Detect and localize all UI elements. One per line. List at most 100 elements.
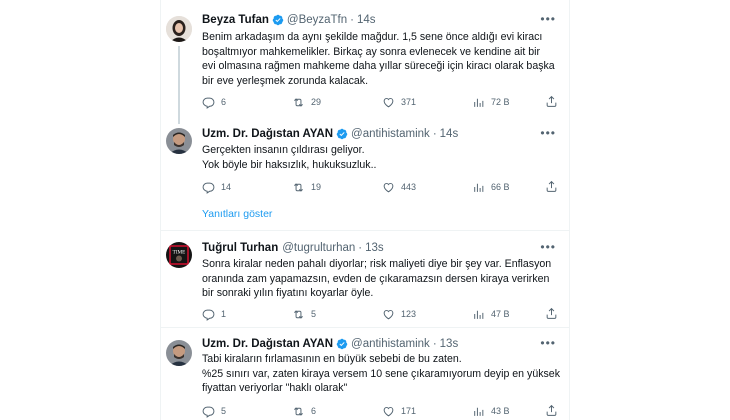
separator-dot: · [432,128,437,140]
retweet-count: 6 [311,406,317,416]
tweet-item[interactable]: Beyza Tufan @BeyzaTfn · 14s ••• Benim ar… [160,12,570,124]
like-button[interactable]: 371 [382,95,416,109]
retweet-button[interactable]: 29 [292,95,321,109]
reply-button[interactable]: 14 [202,180,231,194]
tweet-actions: 6 29 371 72 B [202,95,558,109]
author-handle[interactable]: @tugrulturhan [282,242,355,254]
verified-badge-icon [336,128,348,140]
share-button[interactable] [545,180,558,195]
views-count: 66 B [491,182,510,192]
views-button[interactable]: 72 B [472,95,510,109]
reply-icon [202,182,215,194]
thread-line [178,46,180,124]
avatar[interactable] [166,340,192,366]
verified-badge-icon [336,338,348,350]
tweet-time[interactable]: 14s [440,128,459,140]
views-count: 72 B [491,97,510,107]
retweet-icon [294,182,303,192]
avatar[interactable] [166,128,192,154]
author-handle[interactable]: @antihistamink [351,338,430,350]
like-button[interactable]: 443 [382,180,416,194]
author-handle[interactable]: @antihistamink [351,128,430,140]
tweet-text-line: Tabi kiraların fırlamasının en büyük seb… [202,353,462,365]
avatar[interactable] [166,16,192,42]
views-chart-icon [474,98,484,107]
reply-count: 5 [221,406,227,416]
more-options-icon[interactable]: ••• [540,12,556,26]
tweet-time[interactable]: 13s [440,338,459,350]
reply-button[interactable]: 5 [202,404,226,418]
retweet-count: 29 [311,97,322,107]
views-button[interactable]: 66 B [472,180,510,194]
show-replies-link[interactable]: Yanıtları göster [202,208,272,220]
author-name[interactable]: Uzm. Dr. Dağıstan AYAN [202,338,333,350]
tweet-text-line: boşaltmıyor mahkemelikler. Birkaç ay son… [202,45,540,58]
separator-dot: · [432,338,437,350]
retweet-icon [294,309,303,319]
share-icon [546,307,557,319]
more-options-icon[interactable]: ••• [540,336,556,350]
heart-icon [383,97,394,107]
like-button[interactable]: 171 [382,404,416,418]
retweet-icon [294,97,303,107]
tweet-text-line: fiyattan veriyorlar "haklı olarak" [202,382,348,395]
like-button[interactable]: 123 [382,307,416,321]
tweet-time[interactable]: 13s [365,242,384,254]
reply-icon [202,406,215,418]
tweet-text: Gerçekten insanın çıldırası geliyor. Yok… [202,143,558,172]
share-icon [546,180,557,192]
tweet-actions: 14 19 443 66 B [202,180,558,194]
views-count: 47 B [491,309,510,319]
tweet-time[interactable]: 14s [357,14,376,26]
share-button[interactable] [545,307,558,322]
share-button[interactable] [545,95,558,110]
reply-count: 6 [221,97,227,107]
tweet-item[interactable]: Uzm. Dr. Dağıstan AYAN @antihistamink · … [160,126,570,196]
tweet-text-line: evi olmasına rağmen mahkeme daha yıllar … [202,60,555,73]
retweet-count: 19 [311,182,322,192]
views-button[interactable]: 47 B [472,307,510,321]
avatar-badge-text: TIME [173,250,186,256]
tweet-text: Tabi kiraların fırlamasının en büyük seb… [202,352,560,396]
separator-dot: · [358,242,363,254]
reply-button[interactable]: 1 [202,307,226,321]
divider [160,230,570,231]
reply-icon [202,97,215,109]
avatar[interactable]: TIME [166,242,192,268]
tweet-header: Beyza Tufan @BeyzaTfn · 14s [202,12,376,28]
tweet-text-line: bir eve yerleşmek zorunda kalacak. [202,74,369,87]
share-button[interactable] [545,404,558,419]
views-chart-icon [474,183,484,192]
author-handle[interactable]: @BeyzaTfn [287,14,347,26]
views-count: 43 B [491,406,510,416]
retweet-icon [294,406,303,416]
tweet-text-line: Sonra kiralar neden pahalı diyorlar; ris… [202,258,552,270]
author-name[interactable]: Tuğrul Turhan [202,242,278,254]
tweet-text-line: %25 sınırı var, zaten kiraya versem 10 s… [202,367,560,380]
reply-count: 1 [221,309,227,319]
tweet-text-line: Gerçekten insanın çıldırası geliyor. [202,144,365,156]
like-count: 171 [401,406,417,416]
more-options-icon[interactable]: ••• [540,240,556,254]
author-name[interactable]: Beyza Tufan [202,14,269,26]
tweet-text: Benim arkadaşım da aynı şekilde mağdur. … [202,30,558,88]
tweet-text-line: Yok böyle bir haksızlık, hukuksuzluk.. [202,158,377,171]
tweet-header: Uzm. Dr. Dağıstan AYAN @antihistamink · … [202,126,458,142]
tweet-text-line: bir sonraki yılın fiyatını koyarlar öyle… [202,287,374,300]
reply-count: 14 [221,182,232,192]
tweet-text-line: oranında zam yapamazsın, evden de çıkara… [202,272,550,285]
author-name[interactable]: Uzm. Dr. Dağıstan AYAN [202,128,333,140]
tweet-item[interactable]: TIME Tuğrul Turhan @tugrulturhan · 13s •… [160,240,570,322]
more-options-icon[interactable]: ••• [540,126,556,140]
retweet-button[interactable]: 5 [292,307,316,321]
tweet-item[interactable]: Uzm. Dr. Dağıstan AYAN @antihistamink · … [160,336,570,420]
reply-icon [202,309,215,321]
reply-button[interactable]: 6 [202,95,226,109]
views-chart-icon [474,407,484,416]
heart-icon [383,406,394,416]
like-count: 123 [401,309,417,319]
tweet-text-line: Benim arkadaşım da aynı şekilde mağdur. … [202,31,543,43]
views-button[interactable]: 43 B [472,404,510,418]
retweet-button[interactable]: 6 [292,404,316,418]
retweet-button[interactable]: 19 [292,180,321,194]
